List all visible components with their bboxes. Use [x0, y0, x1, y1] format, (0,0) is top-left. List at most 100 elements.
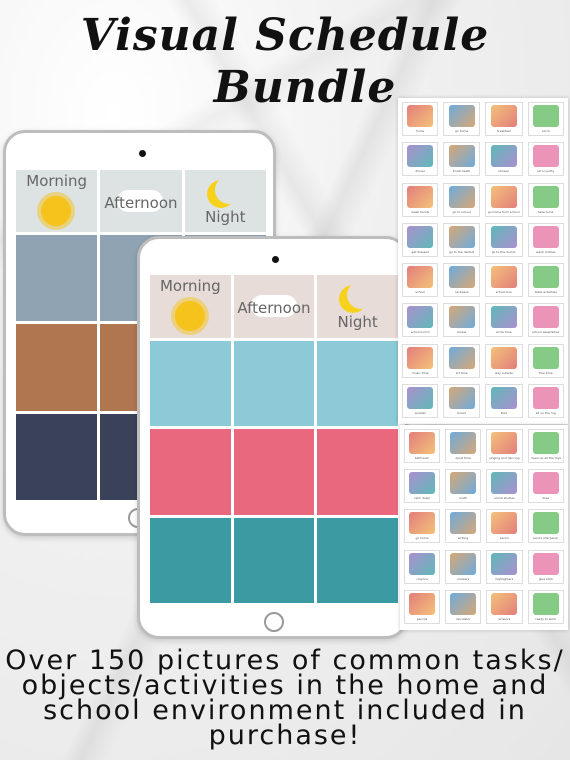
picture-card[interactable]: highlighters [486, 549, 523, 584]
picture-card[interactable]: sit on the rug [527, 383, 564, 418]
picture-card[interactable]: calculator [445, 589, 482, 624]
picture-card[interactable]: lunch [527, 102, 564, 136]
card-label: go to the doctor [491, 250, 516, 254]
picture-card[interactable]: brush teeth [443, 142, 480, 177]
header-label: Morning [26, 172, 88, 190]
picture-card[interactable]: dinner [402, 142, 439, 177]
schedule-slot[interactable] [317, 341, 398, 427]
picture-card[interactable]: school [402, 263, 439, 297]
card-picture [407, 346, 434, 369]
picture-card[interactable]: school bus [484, 263, 523, 297]
picture-cards-sheet-1: home go home breakfast lunch dinner brush tee… [398, 98, 568, 424]
picture-card[interactable]: clean up all the toys [527, 429, 564, 463]
picture-card[interactable]: singing and dancing [486, 429, 523, 463]
picture-card[interactable]: math [445, 469, 482, 504]
picture-card[interactable]: music time [402, 343, 439, 378]
card-picture [448, 346, 475, 369]
picture-card[interactable]: circle time [484, 303, 523, 338]
header-afternoon: Afternoon [233, 275, 315, 338]
card-picture [450, 512, 477, 535]
picture-card[interactable]: go to the dentist [443, 222, 480, 257]
card-label: bathroom [414, 457, 430, 460]
card-picture [409, 472, 436, 495]
card-label: sit on the rug [535, 411, 556, 415]
card-label: pencils [416, 617, 428, 621]
card-picture [450, 472, 477, 495]
picture-card[interactable]: shower [484, 142, 523, 177]
header-label: Afternoon [104, 194, 178, 212]
picture-card[interactable]: calm down [404, 469, 441, 504]
picture-card[interactable]: go home from school [484, 182, 523, 217]
picture-card[interactable]: school lunch [402, 303, 439, 338]
card-picture [491, 552, 518, 575]
picture-card[interactable]: crayons [404, 549, 441, 584]
card-label: school lunch [410, 331, 430, 335]
card-label: sit on potty [537, 170, 555, 174]
picture-card[interactable]: board [443, 383, 480, 418]
picture-card[interactable]: breakfast [484, 102, 523, 136]
schedule-slot[interactable] [16, 235, 98, 322]
picture-card[interactable]: wash hands [402, 182, 439, 217]
picture-card[interactable]: recess [443, 303, 480, 338]
card-picture [407, 266, 434, 288]
card-picture [490, 105, 517, 127]
picture-card[interactable]: sit on potty [527, 142, 564, 177]
schedule-slot[interactable] [150, 341, 231, 427]
schedule-slot[interactable] [233, 517, 315, 603]
picture-card[interactable]: writing [445, 509, 482, 544]
picture-card[interactable]: home [402, 102, 439, 136]
picture-card[interactable]: art time [443, 343, 480, 378]
card-picture [491, 592, 518, 615]
schedule-slot[interactable] [150, 517, 231, 603]
picture-card[interactable]: bathroom [404, 429, 441, 463]
card-picture [490, 185, 517, 208]
schedule-slot[interactable] [233, 341, 315, 427]
card-picture [532, 105, 559, 127]
card-picture [407, 145, 434, 168]
picture-card[interactable]: go to school [443, 182, 480, 217]
picture-card[interactable]: free time [527, 343, 564, 378]
picture-card[interactable]: quiet time [445, 429, 482, 463]
picture-card[interactable]: puzzles [402, 383, 439, 418]
card-label: highlighters [495, 577, 514, 581]
picture-card[interactable]: pencil [486, 509, 523, 544]
picture-card[interactable]: scissors [486, 589, 523, 624]
card-label: puzzles [414, 411, 426, 415]
home-button[interactable] [264, 612, 284, 632]
schedule-slot[interactable] [233, 429, 315, 515]
title-line-1: Visual Schedule [80, 10, 490, 61]
card-label: crayons [416, 577, 428, 581]
picture-card[interactable]: take turns [527, 182, 564, 217]
card-picture [409, 552, 436, 575]
picture-card[interactable]: pencil sharpener [527, 509, 564, 544]
picture-card[interactable]: table activities [527, 263, 564, 297]
card-picture [491, 512, 518, 535]
schedule-slot[interactable] [16, 324, 98, 411]
picture-card[interactable]: pencils [404, 589, 441, 624]
picture-card[interactable]: get dressed [402, 222, 439, 257]
picture-card[interactable]: school assemblies [527, 303, 564, 338]
camera-icon [272, 256, 279, 263]
schedule-slot[interactable] [150, 429, 231, 515]
picture-card[interactable]: wash clothes [527, 222, 564, 257]
card-picture [450, 552, 477, 575]
picture-card[interactable]: go home [404, 509, 441, 544]
card-label: board [457, 411, 466, 415]
sun-icon [41, 196, 71, 226]
schedule-slot[interactable] [317, 429, 398, 515]
schedule-slot[interactable] [16, 413, 98, 500]
picture-card[interactable]: social studies [486, 469, 523, 504]
card-label: recess [456, 331, 467, 335]
card-picture [532, 512, 559, 535]
picture-card[interactable]: ready to work [527, 589, 564, 624]
picture-card[interactable]: backpack [443, 263, 480, 297]
picture-card[interactable]: go home [443, 102, 480, 136]
picture-card[interactable]: draw [527, 469, 564, 504]
picture-card[interactable]: play outside [484, 343, 523, 378]
picture-card[interactable]: markers [445, 549, 482, 584]
schedule-slot[interactable] [317, 517, 398, 603]
picture-card[interactable]: glue stick [527, 549, 564, 584]
picture-card[interactable]: go to the doctor [484, 222, 523, 257]
picture-card[interactable]: iPad [484, 383, 523, 418]
card-label: go to school [452, 210, 471, 214]
